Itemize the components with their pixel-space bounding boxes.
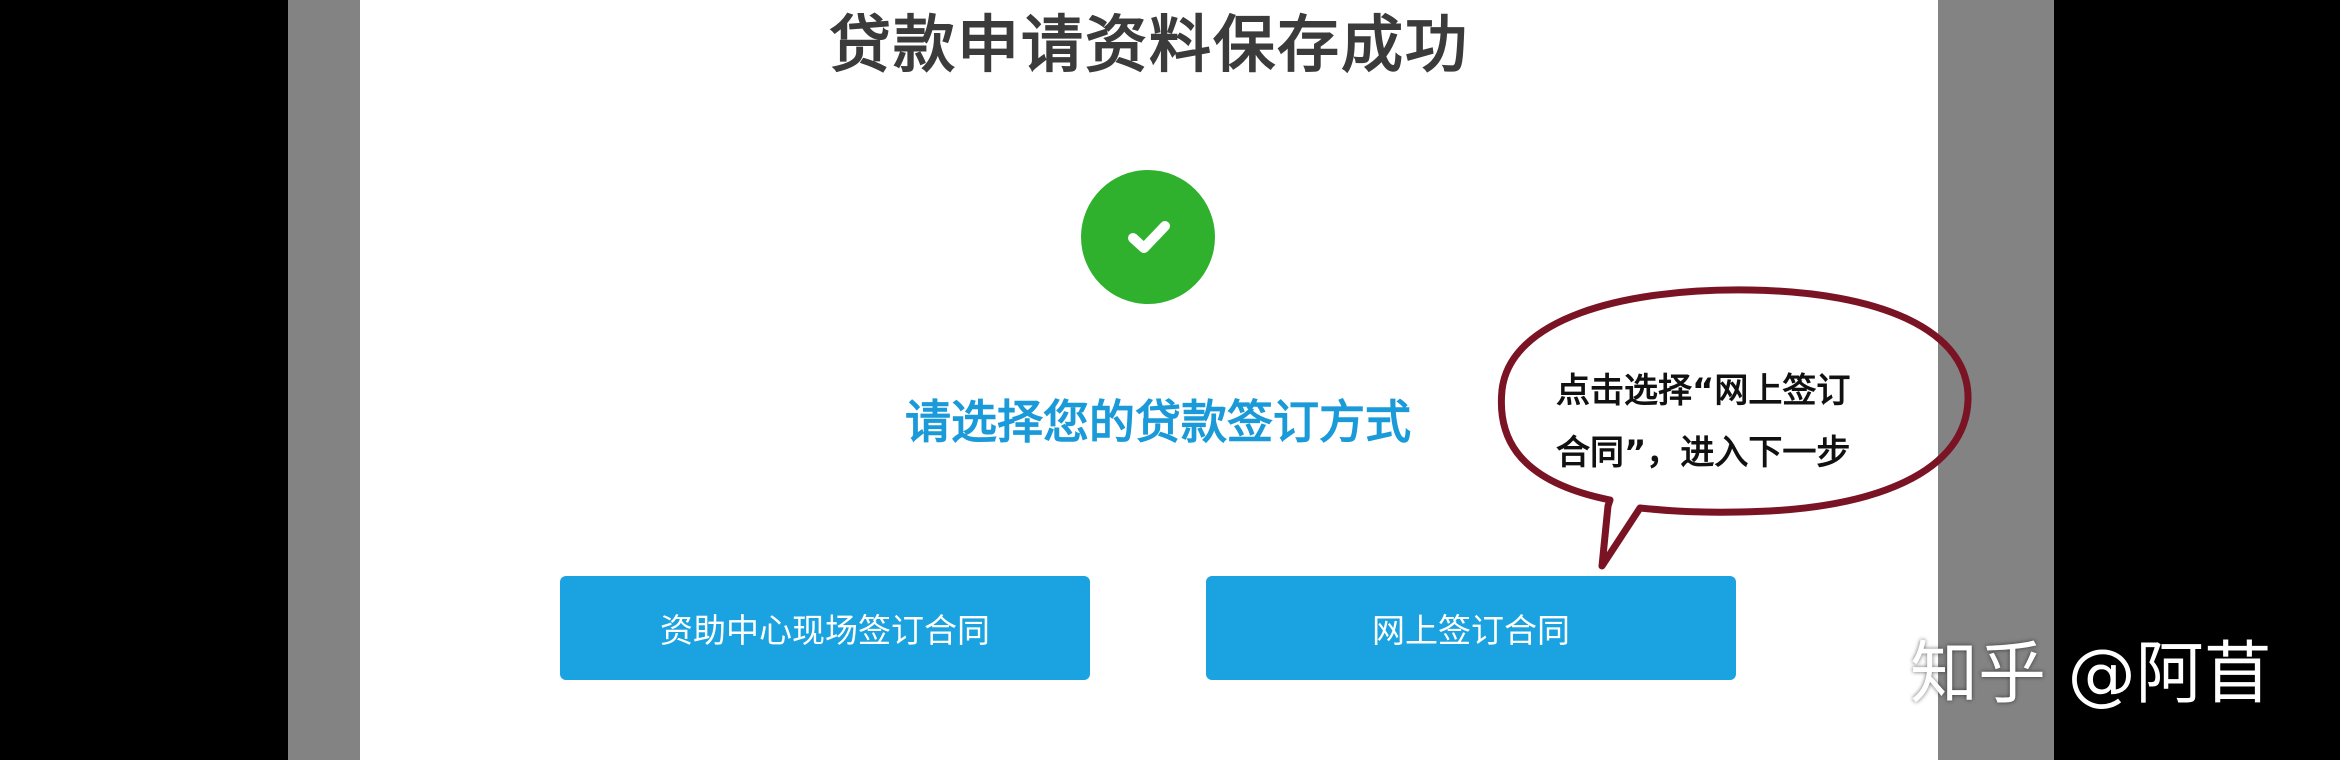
annotation-line-2: 合同”，进入下一步 — [1556, 433, 1851, 473]
online-sign-contract-button[interactable]: 网上签订合同 — [1206, 576, 1736, 680]
onsite-sign-contract-button[interactable]: 资助中心现场签订合同 — [560, 576, 1090, 680]
zhihu-watermark: 知乎 @阿苜 — [1910, 635, 2272, 714]
annotation-text: 点击选择“网上签订 合同”，进入下一步 — [1556, 360, 1926, 484]
annotation-line-1: 点击选择“网上签订 — [1556, 371, 1851, 411]
signing-method-prompt: 请选择您的贷款签订方式 — [905, 395, 1411, 449]
success-check-icon — [1081, 170, 1215, 304]
dialog-title: 贷款申请资料保存成功 — [828, 8, 1469, 81]
